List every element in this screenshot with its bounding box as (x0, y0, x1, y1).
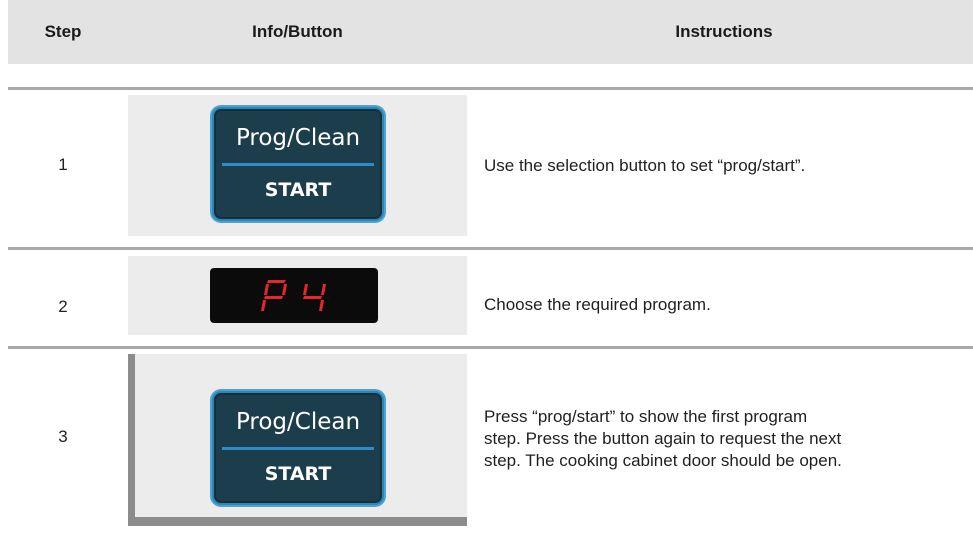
instruction-text: Choose the required program. (484, 295, 711, 314)
program-display (210, 268, 378, 323)
header-info-button: Info/Button (252, 22, 343, 41)
step-number: 2 (58, 297, 68, 316)
button-divider (222, 163, 374, 166)
prog-clean-start-button[interactable]: Prog/Clean START (212, 107, 384, 221)
instruction-paragraph: Press “prog/start” to show the first pro… (484, 406, 964, 472)
header-step: Step (44, 22, 82, 41)
step-number: 1 (58, 155, 68, 174)
instruction-line: step. The cooking cabinet door should be… (484, 451, 842, 470)
panel-shadow-left (128, 354, 135, 526)
button-divider (222, 447, 374, 450)
row-divider (8, 247, 973, 250)
button-label-bottom: START (264, 179, 332, 201)
instruction-line: step. Press the button again to request … (484, 429, 842, 448)
row-divider (8, 87, 973, 90)
header-instructions: Instructions (675, 22, 773, 41)
seven-segment-p4-icon (261, 280, 326, 311)
instruction-line: Press “prog/start” to show the first pro… (484, 407, 808, 426)
step-number: 3 (58, 427, 68, 446)
button-label-top: Prog/Clean (235, 409, 361, 435)
panel-shadow-bottom (128, 517, 467, 526)
button-label-bottom: START (264, 463, 332, 485)
row-divider (8, 346, 973, 349)
button-label-top: Prog/Clean (235, 125, 361, 151)
prog-clean-start-button[interactable]: Prog/Clean START (212, 391, 384, 505)
instruction-text: Use the selection button to set “prog/st… (484, 156, 806, 175)
